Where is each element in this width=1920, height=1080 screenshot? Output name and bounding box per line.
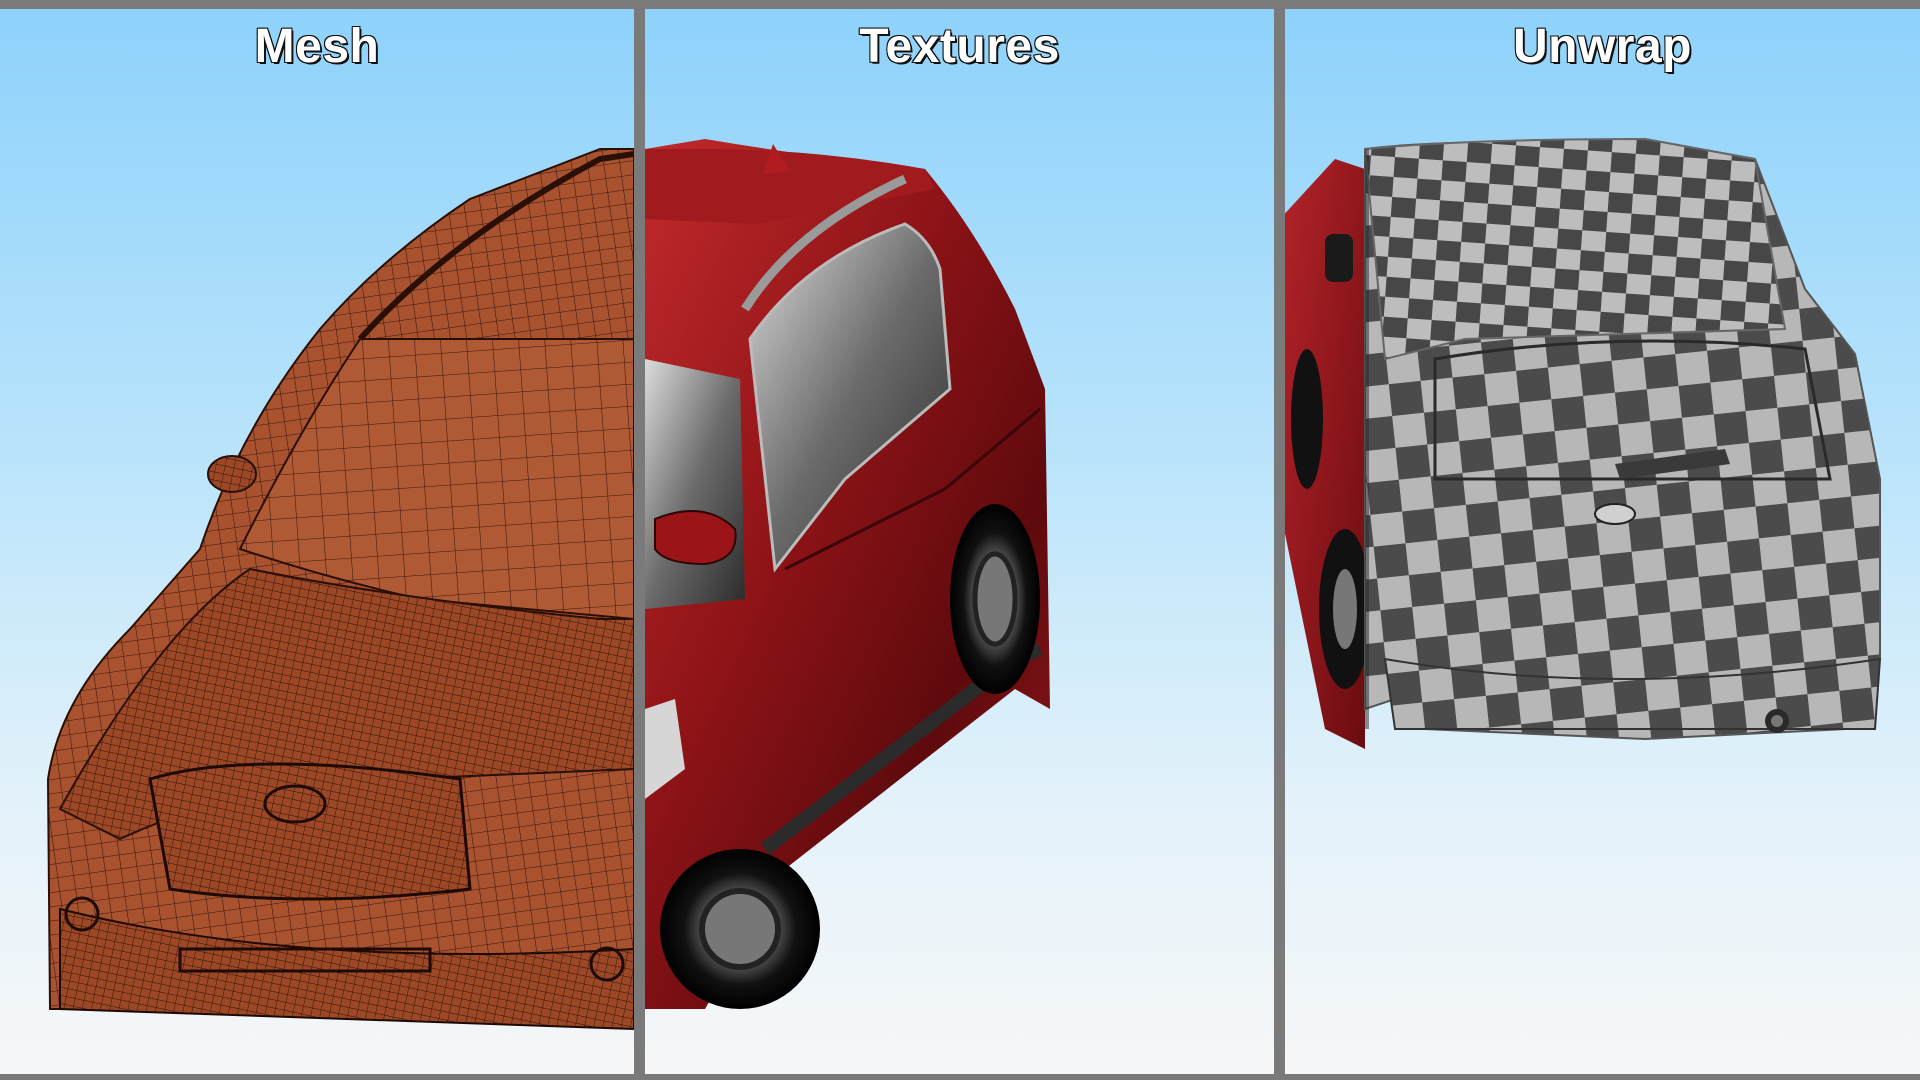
textures-panel: Textures	[645, 9, 1274, 1074]
checker-uv-car-image	[1285, 137, 1882, 749]
textures-panel-title: Textures	[858, 19, 1060, 74]
unwrap-panel: Unwrap	[1285, 9, 1920, 1074]
mesh-panel-title: Mesh	[254, 19, 380, 74]
unwrap-panel-title: Unwrap	[1512, 19, 1693, 74]
textured-car-image	[645, 139, 1050, 1009]
viewport-frame: Mesh Textures Unwrap	[0, 0, 1920, 1080]
wireframe-car-image	[46, 148, 634, 1031]
mesh-panel: Mesh	[0, 9, 634, 1074]
